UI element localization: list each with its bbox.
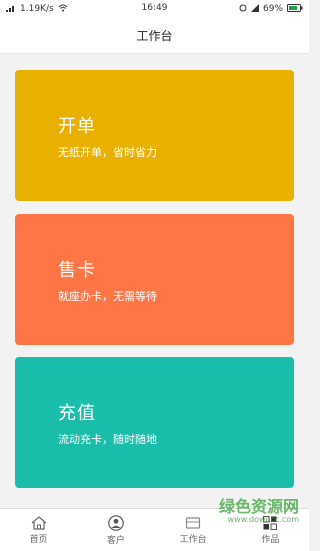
tab-works[interactable]: 作品: [232, 509, 309, 551]
card-recharge[interactable]: 充值 流动充卡，随时随地: [15, 357, 294, 488]
tab-label: 客户: [106, 535, 125, 546]
bottom-tab-bar: 首页 客户 工作台 作品: [0, 508, 309, 551]
card-title: 开单: [58, 116, 96, 137]
card-subtitle: 流动充卡，随时随地: [58, 433, 157, 446]
card-sell-card[interactable]: 售卡 就座办卡，无需等待: [15, 214, 294, 345]
page-title-bar: 工作台: [0, 18, 309, 54]
status-left: 1.19K/s: [6, 4, 68, 15]
tab-workbench[interactable]: 工作台: [155, 509, 232, 551]
tab-label: 首页: [29, 534, 48, 545]
battery-icon: [287, 3, 303, 15]
status-right: 69%: [239, 3, 303, 15]
mobile-signal-icon: [250, 3, 259, 15]
card-subtitle: 就座办卡，无需等待: [58, 290, 157, 303]
alarm-icon: [239, 4, 247, 15]
card-open-order[interactable]: 开单 无纸开单，省时省力: [15, 70, 294, 201]
user-icon: [108, 514, 124, 531]
tab-label: 作品: [261, 534, 280, 545]
card-subtitle: 无纸开单，省时省力: [58, 146, 157, 159]
network-speed: 1.19K/s: [20, 4, 54, 14]
home-icon: [31, 515, 47, 530]
status-bar: 1.19K/s 16:49 69%: [0, 0, 309, 18]
battery-percent: 69%: [262, 4, 283, 14]
tab-label: 工作台: [179, 534, 207, 545]
page-title: 工作台: [136, 29, 173, 43]
tab-home[interactable]: 首页: [0, 509, 77, 551]
signal-icon: [6, 4, 16, 15]
workbench-icon: [185, 516, 201, 530]
card-title: 充值: [58, 403, 96, 424]
tab-customer[interactable]: 客户: [77, 509, 154, 551]
card-title: 售卡: [58, 260, 96, 281]
grid-icon: [263, 515, 278, 530]
wifi-icon: [58, 4, 68, 15]
